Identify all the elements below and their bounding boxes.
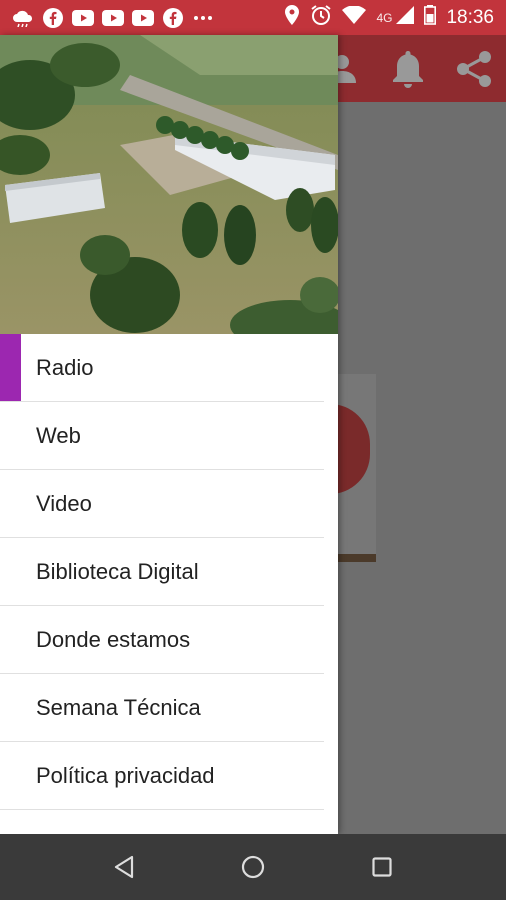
facebook-icon bbox=[42, 7, 64, 28]
home-icon[interactable] bbox=[231, 845, 275, 889]
menu-item-biblioteca-digital[interactable]: Biblioteca Digital bbox=[0, 538, 324, 606]
menu-item-radio[interactable]: Radio bbox=[0, 334, 324, 402]
youtube-icon bbox=[72, 8, 94, 28]
aerial-campus-photo bbox=[0, 35, 338, 334]
status-time: 18:36 bbox=[446, 6, 494, 28]
drawer-menu: Radio Web Video Biblioteca Digital Donde… bbox=[0, 334, 338, 810]
menu-item-donde-estamos[interactable]: Donde estamos bbox=[0, 606, 324, 674]
menu-item-label: Video bbox=[36, 490, 92, 516]
menu-item-label: Donde estamos bbox=[36, 626, 191, 652]
menu-item-video[interactable]: Video bbox=[0, 470, 324, 538]
navigation-drawer: Radio Web Video Biblioteca Digital Donde… bbox=[0, 35, 338, 834]
menu-item-label: Biblioteca Digital bbox=[36, 558, 199, 584]
back-icon[interactable] bbox=[102, 845, 146, 889]
facebook-icon bbox=[162, 7, 184, 28]
youtube-icon bbox=[132, 8, 154, 28]
wifi-icon bbox=[342, 4, 367, 30]
drawer-header-image bbox=[0, 35, 338, 334]
share-icon[interactable] bbox=[452, 47, 496, 91]
recents-icon[interactable] bbox=[360, 845, 404, 889]
menu-item-label: Radio bbox=[36, 354, 94, 380]
menu-item-label: Web bbox=[36, 422, 81, 448]
system-icons: 4G 18:36 bbox=[284, 4, 506, 32]
alarm-icon bbox=[310, 4, 332, 32]
location-icon bbox=[284, 4, 300, 31]
network-type-label: 4G bbox=[376, 10, 393, 25]
signal-icon bbox=[396, 5, 415, 30]
bell-icon[interactable] bbox=[386, 47, 430, 91]
menu-item-web[interactable]: Web bbox=[0, 402, 324, 470]
more-icon bbox=[192, 8, 214, 28]
notification-icons bbox=[0, 7, 214, 28]
menu-item-label: Política privacidad bbox=[36, 762, 215, 788]
cloud-icon bbox=[12, 8, 34, 28]
menu-item-label: Semana Técnica bbox=[36, 694, 201, 720]
menu-item-politica-privacidad[interactable]: Política privacidad bbox=[0, 742, 324, 810]
system-nav-bar bbox=[0, 834, 506, 900]
battery-icon bbox=[424, 4, 437, 31]
youtube-icon bbox=[102, 8, 124, 28]
content-image bbox=[318, 374, 376, 562]
status-bar: 4G 18:36 bbox=[0, 0, 506, 35]
menu-item-semana-tecnica[interactable]: Semana Técnica bbox=[0, 674, 324, 742]
